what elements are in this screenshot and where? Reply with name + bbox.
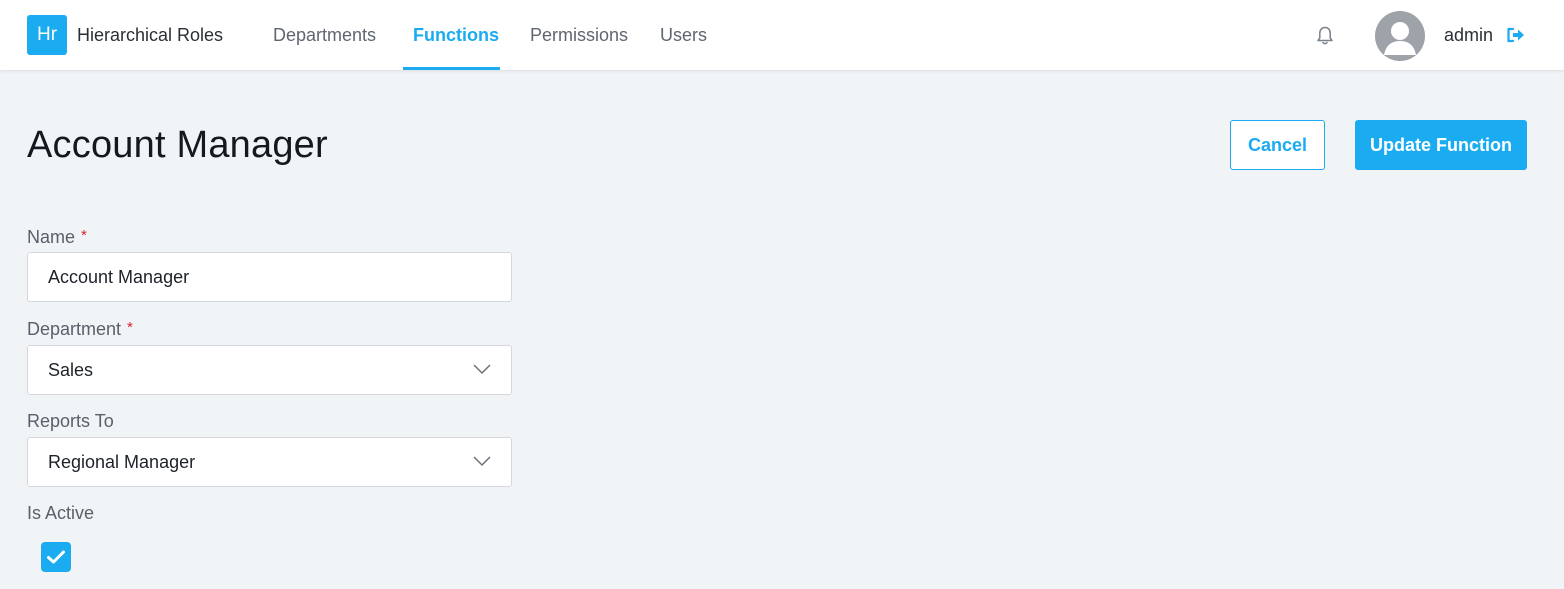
- reports-to-label: Reports To: [27, 411, 114, 431]
- name-input[interactable]: Account Manager: [27, 252, 512, 302]
- chevron-down-icon: [473, 364, 491, 375]
- name-input-value: Account Manager: [48, 266, 190, 287]
- department-label-text: Department: [27, 319, 122, 339]
- nav-functions[interactable]: Functions: [413, 25, 499, 46]
- nav-permissions[interactable]: Permissions: [530, 25, 628, 46]
- department-select[interactable]: Sales: [27, 345, 512, 395]
- is-active-checkbox[interactable]: [41, 542, 71, 572]
- required-mark: *: [127, 319, 133, 336]
- required-mark: *: [81, 227, 87, 244]
- reports-to-select[interactable]: Regional Manager: [27, 437, 512, 487]
- page-title: Account Manager: [27, 124, 328, 166]
- user-avatar-icon: [1384, 22, 1416, 55]
- app-title[interactable]: Hierarchical Roles: [77, 25, 223, 46]
- name-label: Name *: [27, 227, 87, 248]
- avatar[interactable]: [1375, 11, 1425, 61]
- app-logo-text: Hr: [36, 24, 58, 45]
- nav-active-indicator: [403, 67, 500, 70]
- department-label: Department *: [27, 319, 133, 340]
- update-function-button[interactable]: Update Function: [1355, 120, 1527, 170]
- app-logo[interactable]: Hr: [27, 15, 67, 55]
- reports-to-select-value: Regional Manager: [48, 451, 196, 472]
- cancel-button[interactable]: Cancel: [1230, 120, 1325, 170]
- username[interactable]: admin: [1444, 25, 1493, 46]
- top-navbar: Hr Hierarchical Roles Departments Functi…: [0, 0, 1564, 70]
- chevron-down-icon: [473, 456, 491, 467]
- logout-icon[interactable]: [1507, 27, 1525, 43]
- department-select-value: Sales: [48, 359, 94, 380]
- is-active-label: Is Active: [27, 503, 95, 523]
- bell-icon[interactable]: [1315, 25, 1335, 47]
- nav-departments[interactable]: Departments: [273, 25, 376, 46]
- check-icon: [47, 550, 65, 564]
- name-label-text: Name: [27, 227, 76, 247]
- nav-users[interactable]: Users: [660, 25, 707, 46]
